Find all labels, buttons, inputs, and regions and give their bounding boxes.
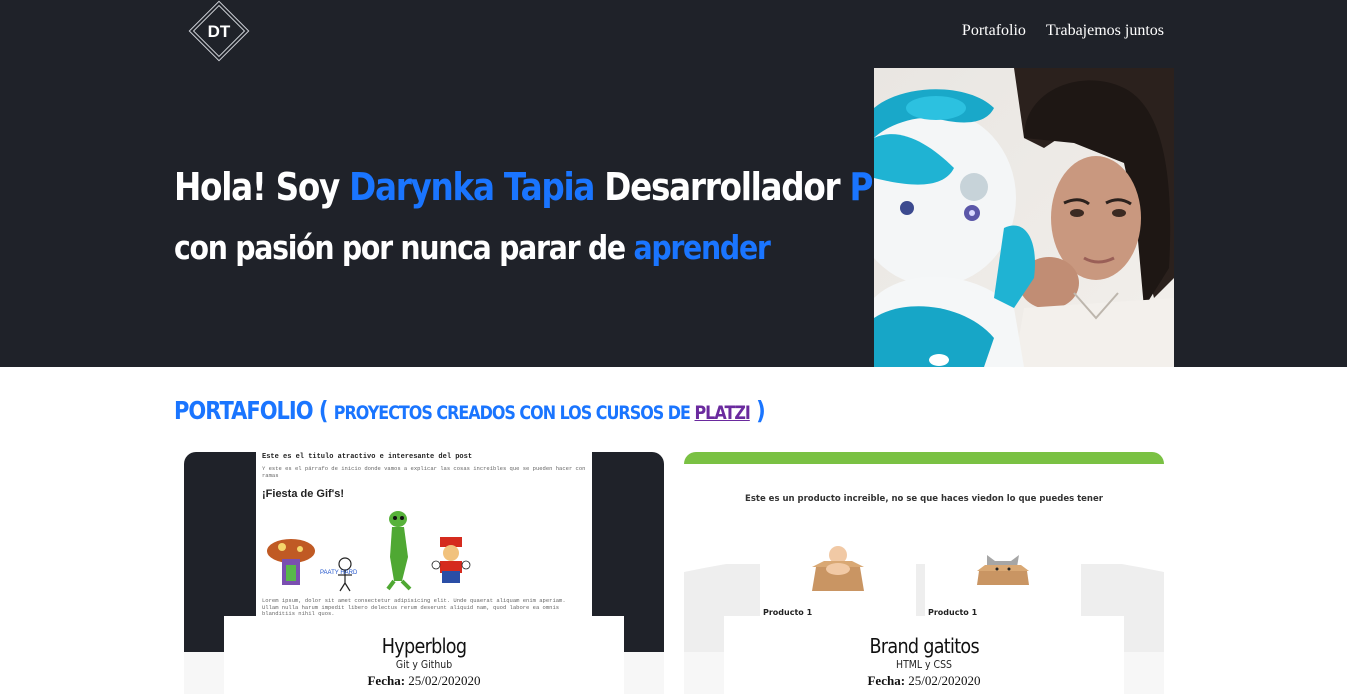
project-card-hyperblog[interactable]: Este es el titulo atractivo e interesant…: [184, 452, 664, 694]
project-title: Hyperblog: [381, 634, 467, 658]
logo[interactable]: DT: [184, 0, 254, 65]
hero-aprender: aprender: [633, 228, 770, 267]
hero-section: DT Portafolio Trabajemos juntos Hola! So…: [0, 0, 1347, 367]
main-nav: Portafolio Trabajemos juntos: [962, 22, 1164, 40]
gif-collage: PAATY HARD: [267, 511, 471, 592]
project-card-brand-gatitos[interactable]: Este es un producto increible, no se que…: [684, 452, 1164, 694]
product-card: Producto 1: [925, 539, 1081, 619]
nav-portafolio[interactable]: Portafolio: [962, 22, 1026, 40]
hero-line-2: con pasión por nunca parar de aprender: [174, 228, 771, 267]
svg-text:PAATY HARD: PAATY HARD: [320, 570, 358, 576]
product-card: Producto 1: [760, 539, 916, 619]
project-course: HTML y CSS: [896, 658, 952, 671]
logo-text: DT: [208, 22, 231, 41]
portfolio-title: PORTAFOLIO ( PROYECTOS CREADOS CON LOS C…: [174, 396, 766, 425]
project-info: Hyperblog Git y Github Fecha: 25/02/2020…: [224, 616, 624, 694]
project-info: Brand gatitos HTML y CSS Fecha: 25/02/20…: [724, 616, 1124, 694]
platzi-link[interactable]: PLATZI: [694, 402, 750, 424]
project-course: Git y Github: [395, 658, 453, 671]
profile-photo: [874, 68, 1174, 367]
project-date: Fecha: 25/02/202020: [367, 673, 481, 688]
hero-name: Darynka Tapia: [349, 165, 595, 209]
shop-headline: Este es un producto increible, no se que…: [745, 494, 1103, 504]
project-title: Brand gatitos: [869, 634, 979, 658]
hero-line-1: Hola! Soy Darynka Tapia Desarrollador PH…: [174, 162, 922, 212]
project-date: Fecha: 25/02/202020: [867, 673, 981, 688]
nav-trabajemos-juntos[interactable]: Trabajemos juntos: [1046, 22, 1164, 40]
